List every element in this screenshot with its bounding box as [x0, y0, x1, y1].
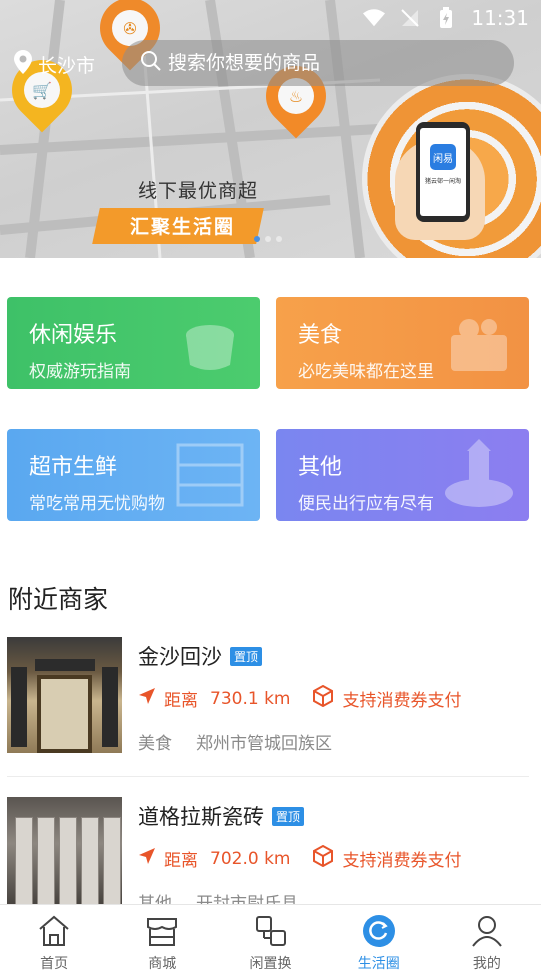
phone-graphic: 闲易 猪云邨一闲淘: [416, 122, 470, 222]
divider: [7, 776, 529, 777]
app-screen: 闲易 猪云邨一闲淘 🛒 ✇ ♨ 线下最优商超 汇聚生活圈 11:31 长沙市 搜…: [0, 0, 541, 978]
category-supermarket[interactable]: 超市生鲜 常吃常用无忧购物: [7, 429, 260, 521]
app-logo-icon: 闲易: [430, 144, 456, 170]
pinned-badge: 置顶: [230, 646, 263, 666]
category-leisure[interactable]: 休闲娱乐 权威游玩指南: [7, 297, 260, 389]
merchant-meta: 距离 730.1 km 支持消费券支付: [138, 684, 462, 712]
search-input[interactable]: [168, 52, 468, 74]
category-food[interactable]: 美食 必吃美味都在这里: [276, 297, 529, 389]
tab-life-circle[interactable]: 生活圈: [325, 905, 433, 978]
distance-label: 距离: [164, 691, 198, 711]
current-city: 长沙市: [38, 54, 96, 77]
distance-label: 距离: [164, 851, 198, 871]
battery-charging-icon: [435, 7, 457, 29]
merchant-region: 郑州市管城回族区: [196, 734, 332, 754]
merchant-name: 道格拉斯瓷砖: [138, 805, 264, 829]
tab-label: 生活圈: [357, 956, 400, 972]
shelf-icon: [176, 443, 244, 507]
profile-icon: [469, 913, 505, 949]
bottom-tab-bar: 首页 商城 闲置换 生活圈 我的: [0, 904, 541, 978]
status-bar: 11:31: [363, 4, 529, 32]
voucher-text: 支持消费券支付: [342, 851, 462, 871]
package-icon: [312, 684, 334, 712]
merchant-category: 美食: [138, 734, 172, 754]
merchant-card[interactable]: 金沙回沙 置顶 距离 730.1 km 支持消费券支付 美食 郑州市管城回族区: [7, 637, 529, 787]
carousel-indicator: [254, 236, 282, 242]
carousel-dot: [276, 236, 282, 242]
tab-exchange[interactable]: 闲置换: [216, 905, 324, 978]
exchange-icon: [253, 913, 289, 949]
distance-value: 702.0 km: [210, 848, 291, 869]
pinned-badge: 置顶: [272, 806, 305, 826]
food-dish-icon: [451, 319, 507, 371]
merchant-name-row: 金沙回沙 置顶: [138, 641, 263, 671]
promo-banner[interactable]: 闲易 猪云邨一闲淘 🛒 ✇ ♨ 线下最优商超 汇聚生活圈: [0, 0, 541, 258]
banner-headline: 线下最优商超: [138, 180, 259, 202]
carousel-dot-active: [254, 236, 260, 242]
clock: 11:31: [471, 6, 529, 30]
section-title-nearby: 附近商家: [8, 585, 109, 614]
voucher-support: 支持消费券支付: [312, 684, 462, 712]
tab-home[interactable]: 首页: [0, 905, 108, 978]
tab-label: 商城: [148, 956, 177, 972]
merchant-info: 美食 郑州市管城回族区: [138, 729, 332, 754]
life-circle-icon: [361, 913, 397, 949]
tab-label: 闲置换: [249, 956, 292, 972]
town-icon: [445, 439, 513, 507]
merchant-photo: [7, 637, 122, 753]
navigation-arrow-icon: [138, 847, 156, 870]
merchant-meta: 距离 702.0 km 支持消费券支付: [138, 844, 462, 872]
no-signal-icon: [399, 7, 421, 29]
phone-screen: 闲易 猪云邨一闲淘: [420, 128, 466, 216]
package-icon: [312, 844, 334, 872]
category-other[interactable]: 其他 便民出行应有尽有: [276, 429, 529, 521]
banner-slogan: 汇聚生活圈: [130, 216, 236, 238]
voucher-text: 支持消费券支付: [342, 691, 462, 711]
wifi-icon: [363, 7, 386, 29]
distance-value: 730.1 km: [210, 688, 291, 709]
merchant-photo: [7, 797, 122, 913]
search-icon: [140, 50, 162, 76]
phone-caption: 猪云邨一闲淘: [424, 178, 461, 185]
search-bar[interactable]: [122, 40, 514, 86]
location-pin-icon: [14, 50, 32, 78]
tab-shop[interactable]: 商城: [108, 905, 216, 978]
carousel-dot: [265, 236, 271, 242]
shop-icon: [144, 913, 180, 949]
tab-profile[interactable]: 我的: [433, 905, 541, 978]
tea-cup-icon: [186, 325, 234, 370]
merchant-name: 金沙回沙: [138, 645, 222, 669]
tab-label: 我的: [472, 956, 501, 972]
home-icon: [36, 913, 72, 949]
tab-label: 首页: [40, 956, 69, 972]
navigation-arrow-icon: [138, 687, 156, 710]
voucher-support: 支持消费券支付: [312, 844, 462, 872]
merchant-name-row: 道格拉斯瓷砖 置顶: [138, 801, 305, 831]
location-selector[interactable]: 长沙市: [14, 50, 95, 78]
